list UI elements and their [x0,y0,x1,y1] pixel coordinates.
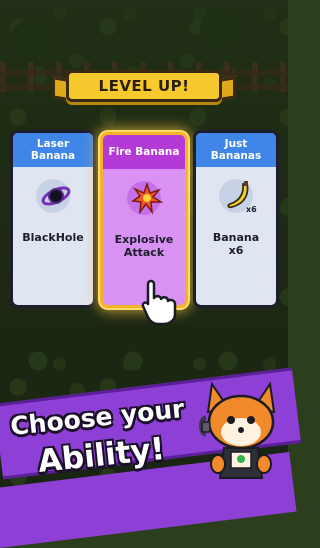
ability-card-laser-banana[interactable]: Laser Banana BlackHole [10,130,96,308]
level-up-banner: LEVEL UP! [66,70,222,102]
explosion-icon [131,181,164,215]
ability-name: BlackHole [22,231,84,244]
level-up-title: LEVEL UP! [98,77,190,95]
ability-name: Explosive Attack [114,233,174,259]
card-header: Laser Banana [13,133,93,167]
black-hole-icon [41,186,71,206]
ability-card-just-bananas[interactable]: Just Bananas x6 Banana x6 [193,130,279,308]
fox-mascot-icon [199,381,276,479]
ability-name: Banana x6 [212,231,260,257]
card-header: Just Bananas [196,133,276,167]
pointer-hand-icon [141,279,177,326]
card-body: x6 Banana x6 [196,167,276,305]
quantity-badge: x6 [246,205,257,214]
card-body: BlackHole [13,167,93,305]
card-header: Fire Banana [103,135,185,169]
